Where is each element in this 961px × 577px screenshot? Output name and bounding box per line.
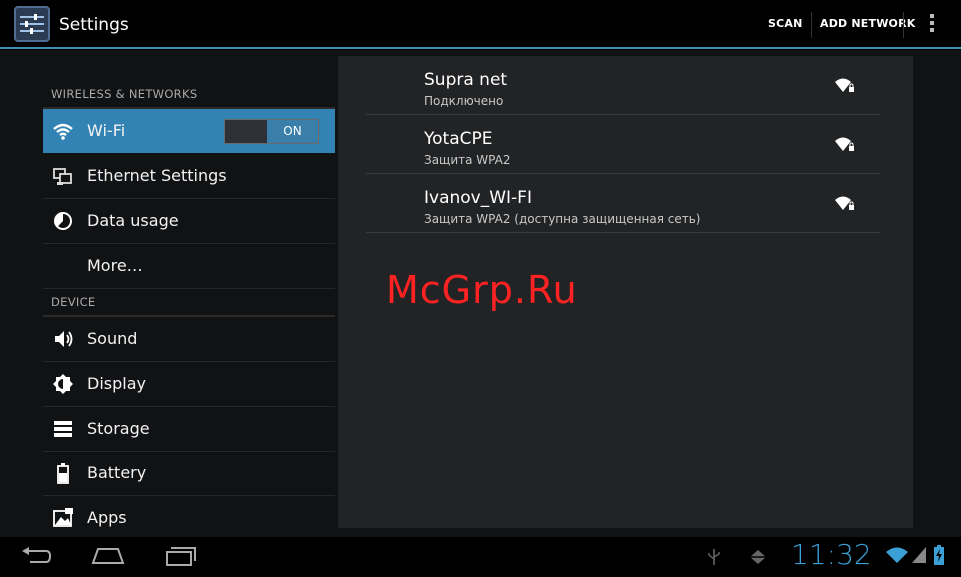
toggle-off-side <box>225 120 267 143</box>
battery-icon <box>57 463 69 484</box>
debug-icon <box>749 550 767 564</box>
network-item-ivanov-wifi[interactable]: Ivanov_WI-FI Защита WPA2 (доступна защищ… <box>366 174 880 233</box>
wifi-icon <box>53 123 73 140</box>
wifi-signal-locked-icon <box>835 137 854 151</box>
home-icon[interactable] <box>91 543 125 569</box>
clock: 11:32 <box>791 538 872 571</box>
ethernet-icon <box>53 168 72 185</box>
speaker-icon <box>55 331 73 347</box>
network-status: Защита WPA2 (доступна защищенная сеть) <box>424 212 701 226</box>
add-network-button[interactable]: ADD NETWORK <box>820 17 916 30</box>
battery-status-icon <box>934 545 944 565</box>
action-bar-divider <box>0 47 961 49</box>
network-status: Защита WPA2 <box>424 153 511 167</box>
sidebar-item-sound[interactable]: Sound <box>43 317 335 362</box>
network-status: Подключено <box>424 94 504 108</box>
sidebar-item-storage[interactable]: Storage <box>43 407 335 452</box>
settings-app-icon[interactable] <box>14 6 50 42</box>
sidebar-item-display[interactable]: Display <box>43 362 335 407</box>
sidebar-item-apps[interactable]: Apps <box>43 496 335 540</box>
settings-sidebar: WIRELESS & NETWORKS Wi-Fi ON Ethernet Se… <box>43 50 335 537</box>
action-bar: Settings SCAN ADD NETWORK <box>0 0 961 49</box>
recent-apps-icon[interactable] <box>164 543 198 569</box>
section-header-device: DEVICE <box>51 295 96 309</box>
sidebar-item-label: Wi-Fi <box>87 121 126 140</box>
system-bar: 11:32 <box>0 537 961 577</box>
network-ssid: YotaCPE <box>424 129 493 149</box>
sidebar-item-label: Battery <box>87 463 147 482</box>
network-item-yotacpe[interactable]: YotaCPE Защита WPA2 <box>366 115 880 174</box>
sidebar-item-label: Data usage <box>87 211 179 230</box>
apps-icon <box>53 508 73 527</box>
sidebar-item-label: More… <box>87 256 143 275</box>
back-icon[interactable] <box>20 543 52 569</box>
page-title: Settings <box>59 15 129 35</box>
network-ssid: Supra net <box>424 70 508 90</box>
usb-icon <box>708 549 720 565</box>
wifi-signal-locked-icon <box>835 78 854 92</box>
storage-icon <box>54 421 72 437</box>
sidebar-item-label: Storage <box>87 419 150 438</box>
sidebar-item-label: Apps <box>87 508 127 527</box>
pie-chart-icon <box>54 212 72 230</box>
wifi-signal-locked-icon <box>835 196 854 210</box>
sidebar-item-label: Display <box>87 374 146 393</box>
sidebar-item-more[interactable]: More… <box>43 244 335 289</box>
wifi-status-icon <box>886 547 908 563</box>
action-divider <box>903 12 904 38</box>
brightness-icon <box>53 374 73 394</box>
sidebar-item-data-usage[interactable]: Data usage <box>43 199 335 244</box>
sidebar-item-label: Ethernet Settings <box>87 166 227 185</box>
wifi-toggle[interactable]: ON <box>224 119 319 144</box>
scan-button[interactable]: SCAN <box>768 17 803 30</box>
toggle-on-label: ON <box>267 120 318 143</box>
sidebar-item-wifi[interactable]: Wi-Fi ON <box>43 109 335 153</box>
sidebar-item-ethernet[interactable]: Ethernet Settings <box>43 154 335 199</box>
network-ssid: Ivanov_WI-FI <box>424 188 532 208</box>
sidebar-item-label: Sound <box>87 329 138 348</box>
section-header-wireless: WIRELESS & NETWORKS <box>51 87 198 101</box>
sidebar-item-battery[interactable]: Battery <box>43 451 335 496</box>
overflow-menu-icon[interactable] <box>928 14 936 36</box>
network-item-supra-net[interactable]: Supra net Подключено <box>366 56 880 115</box>
signal-icon <box>912 547 926 563</box>
action-divider <box>811 12 812 38</box>
watermark: McGrp.Ru <box>386 268 578 312</box>
